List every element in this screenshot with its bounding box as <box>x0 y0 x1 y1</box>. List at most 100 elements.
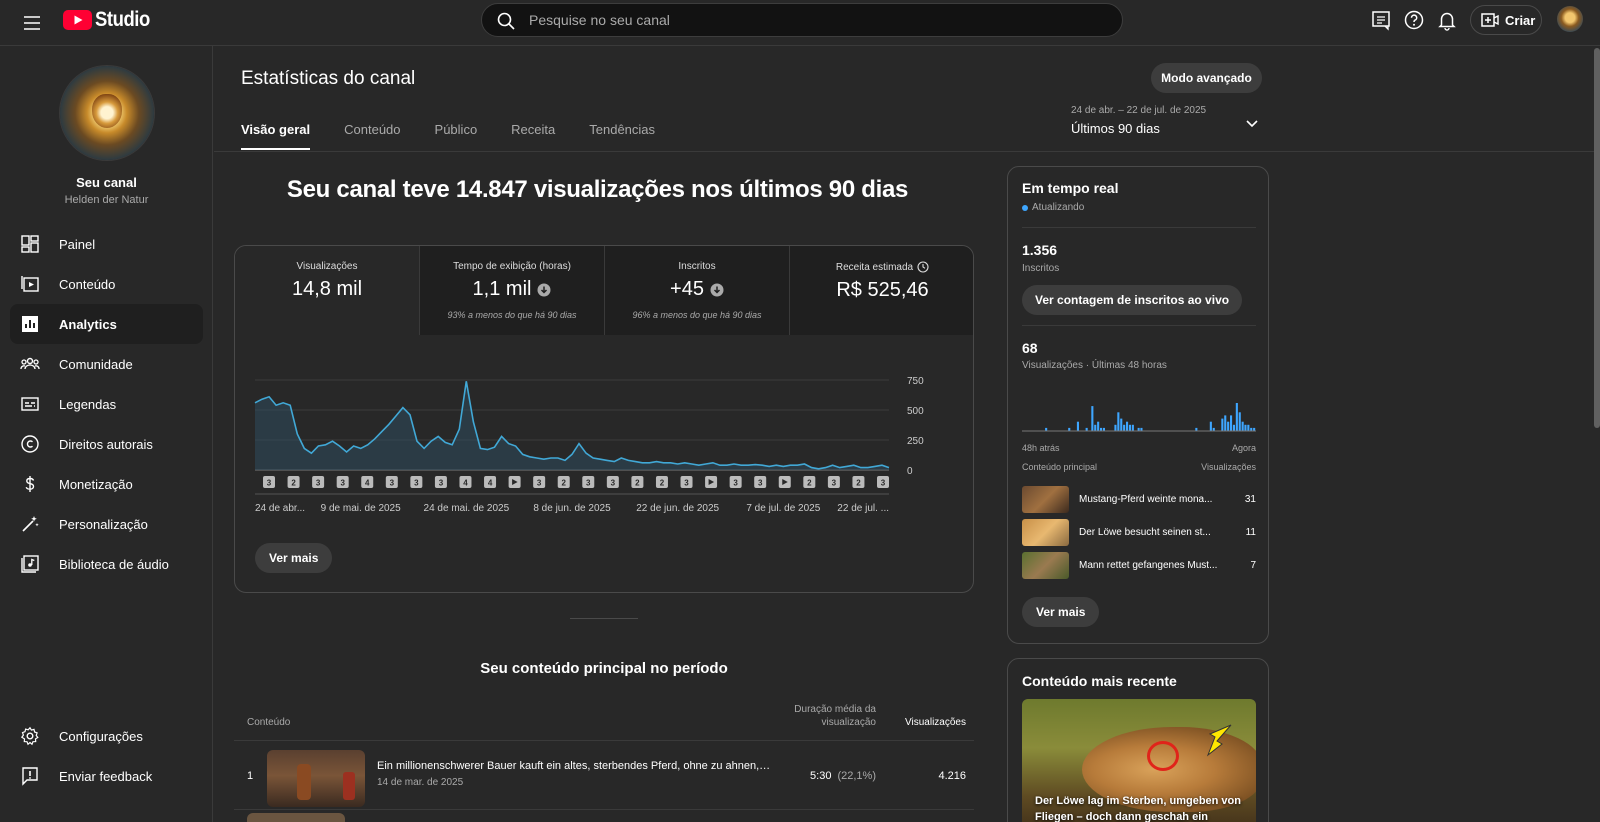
create-button[interactable]: Criar <box>1470 5 1542 35</box>
upload-marker[interactable]: 4 <box>361 476 374 488</box>
metric-value: +45 <box>670 278 704 300</box>
realtime-see-more-button[interactable]: Ver mais <box>1022 597 1100 627</box>
help-icon[interactable] <box>1403 9 1425 31</box>
y-tick-label: 0 <box>907 466 913 477</box>
upload-marker[interactable]: 2 <box>557 476 570 488</box>
upload-marker[interactable]: 4 <box>459 476 472 488</box>
upload-marker[interactable] <box>705 476 718 488</box>
upload-marker-count: 3 <box>267 479 272 488</box>
metric-views[interactable]: Visualizações 14,8 mil <box>235 246 420 335</box>
tab-visao-geral[interactable]: Visão geral <box>241 120 311 150</box>
date-range-text: 24 de abr. – 22 de jul. de 2025 <box>1071 105 1207 116</box>
list-item[interactable]: Mann rettet gefangenes Must... 7 <box>1022 552 1256 580</box>
sidebar-item-label: Analytics <box>59 316 117 332</box>
upload-marker[interactable]: 2 <box>631 476 644 488</box>
page-title: Estatísticas do canal <box>241 68 416 89</box>
metric-label: Tempo de exibição (horas) <box>453 261 571 272</box>
upload-marker[interactable]: 3 <box>606 476 619 488</box>
realtime-bar <box>1117 412 1120 431</box>
sidebar-item-painel[interactable]: Painel <box>10 224 203 264</box>
upload-marker[interactable]: 4 <box>484 476 497 488</box>
comments-icon[interactable] <box>1370 9 1392 31</box>
video-title[interactable]: Ein millionenschwerer Bauer kauft ein al… <box>377 760 772 772</box>
metric-revenue[interactable]: Receita estimada R$ 525,46 <box>790 246 973 335</box>
sidebar-item-comunidade[interactable]: Comunidade <box>10 344 203 384</box>
tab-receita[interactable]: Receita <box>511 120 555 150</box>
views-chart-svg[interactable]: 750 500 250 0 3 2 3 3 4 3 3 3 4 4 3 2 3 3 2 2 3 3 3 2 3 2 3 24 de a… <box>235 335 974 593</box>
realtime-bar <box>1238 412 1241 431</box>
overview-card: Visualizações 14,8 mil Tempo de exibição… <box>234 245 974 593</box>
metric-watch-time[interactable]: Tempo de exibição (horas) 1,1 mil 93% a … <box>420 246 605 335</box>
latest-video-caption: Der Löwe lag im Sterben, umgeben von Fli… <box>1035 795 1241 822</box>
tab-conteudo[interactable]: Conteúdo <box>344 120 400 150</box>
list-item[interactable]: Der Löwe besucht seinen st... 11 <box>1022 519 1256 547</box>
account-avatar[interactable] <box>1557 6 1583 32</box>
sidebar-item-monetizacao[interactable]: Monetização <box>10 464 203 504</box>
realtime-bar <box>1120 418 1123 431</box>
upload-marker-count: 4 <box>488 479 493 488</box>
upload-marker[interactable]: 3 <box>729 476 742 488</box>
upload-marker[interactable]: 3 <box>533 476 546 488</box>
upload-marker[interactable]: 3 <box>582 476 595 488</box>
sidebar-item-configuracoes[interactable]: Configurações <box>10 716 203 756</box>
upload-marker[interactable]: 2 <box>852 476 865 488</box>
y-tick-label: 500 <box>907 406 924 417</box>
upload-marker[interactable]: 2 <box>287 476 300 488</box>
column-avg-duration[interactable]: Duração média da visualização <box>764 703 876 729</box>
upload-marker[interactable]: 3 <box>263 476 275 488</box>
tab-tendencias[interactable]: Tendências <box>589 120 655 150</box>
upload-marker[interactable]: 3 <box>410 476 423 488</box>
metric-value: 14,8 mil <box>291 278 363 300</box>
metric-label: Receita estimada <box>835 261 914 273</box>
realtime-bar-chart[interactable] <box>1022 387 1256 437</box>
main-content: Estatísticas do canal Modo avançado Visã… <box>214 46 1600 822</box>
community-icon <box>20 357 40 370</box>
sidebar-item-label: Direitos autorais <box>59 436 153 452</box>
scrollbar[interactable] <box>1594 48 1600 428</box>
realtime-bar <box>1097 421 1100 431</box>
upload-marker[interactable] <box>778 476 791 488</box>
next-row-thumbnail[interactable] <box>247 813 345 822</box>
search-input[interactable] <box>529 4 1089 36</box>
upload-marker[interactable]: 3 <box>385 476 398 488</box>
realtime-views-count: 68 <box>1022 340 1038 356</box>
upload-marker[interactable]: 3 <box>877 476 889 488</box>
sidebar-item-biblioteca-de-audio[interactable]: Biblioteca de áudio <box>10 544 203 584</box>
date-range-picker[interactable]: 24 de abr. – 22 de jul. de 2025 Últimos … <box>1071 105 1266 136</box>
studio-logo[interactable]: Studio <box>63 8 157 32</box>
sidebar-item-conteudo[interactable]: Conteúdo <box>10 264 203 304</box>
sidebar-item-label: Monetização <box>59 476 133 492</box>
upload-marker-count: 3 <box>733 479 738 488</box>
upload-marker[interactable]: 2 <box>655 476 668 488</box>
upload-marker[interactable]: 3 <box>312 476 325 488</box>
upload-marker[interactable]: 3 <box>827 476 840 488</box>
upload-marker[interactable]: 3 <box>680 476 693 488</box>
upload-marker[interactable]: 3 <box>754 476 767 488</box>
sidebar-item-legendas[interactable]: Legendas <box>10 384 203 424</box>
menu-icon[interactable] <box>20 11 44 35</box>
metric-subscribers[interactable]: Inscritos +45 96% a menos do que há 90 d… <box>605 246 790 335</box>
sidebar-item-direitos-autorais[interactable]: Direitos autorais <box>10 424 203 464</box>
sidebar-item-enviar-feedback[interactable]: Enviar feedback <box>10 756 203 796</box>
advanced-mode-button[interactable]: Modo avançado <box>1151 63 1262 93</box>
live-subscriber-count-button[interactable]: Ver contagem de inscritos ao vivo <box>1022 285 1243 315</box>
notifications-icon[interactable] <box>1436 9 1458 31</box>
column-views[interactable]: Visualizações <box>884 717 966 728</box>
metric-note: 93% a menos do que há 90 dias <box>447 310 577 320</box>
channel-avatar[interactable] <box>60 66 154 160</box>
upload-marker[interactable]: 3 <box>434 476 447 488</box>
down-arrow-icon <box>537 283 551 296</box>
latest-video-thumbnail[interactable]: Der Löwe lag im Sterben, umgeben von Fli… <box>1022 699 1256 822</box>
search-box[interactable] <box>481 3 1123 37</box>
upload-marker[interactable] <box>508 476 521 488</box>
realtime-bar <box>1076 421 1079 431</box>
sidebar-item-analytics[interactable]: Analytics <box>10 304 203 344</box>
list-item[interactable]: Mustang-Pferd weinte mona... 31 <box>1022 486 1256 514</box>
sidebar-item-personalizacao[interactable]: Personalização <box>10 504 203 544</box>
tab-publico[interactable]: Público <box>435 120 478 150</box>
video-thumbnail[interactable] <box>267 750 365 807</box>
see-more-button[interactable]: Ver mais <box>255 543 333 573</box>
upload-marker[interactable]: 3 <box>336 476 349 488</box>
table-row[interactable]: 1 Ein millionenschwerer Bauer kauft ein … <box>234 742 974 810</box>
upload-marker[interactable]: 2 <box>803 476 816 488</box>
